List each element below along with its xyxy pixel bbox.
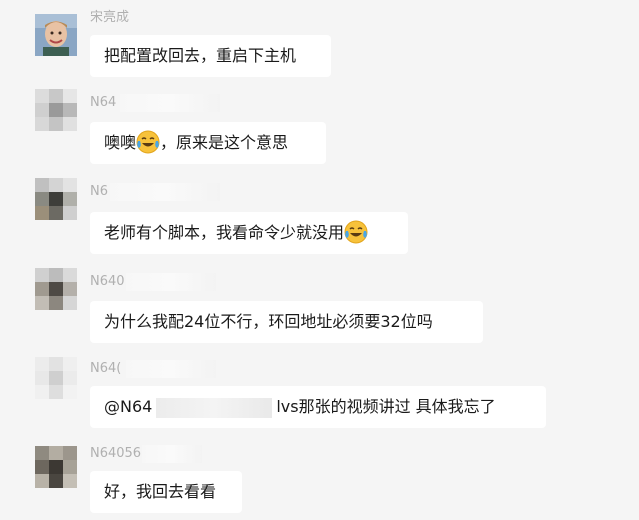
message-text: 为什么我配24位不行，环回地址必须要32位吗 [104, 312, 433, 331]
message-bubble[interactable]: @N64 lvs那张的视频讲过 具体我忘了 [90, 386, 546, 428]
redacted-name [142, 445, 202, 463]
message-bubble[interactable]: 老师有个脚本，我看命令少就没用 [90, 212, 408, 254]
message-bubble[interactable]: 为什么我配24位不行，环回地址必须要32位吗 [90, 301, 483, 343]
message-text: 噢噢 [104, 133, 137, 152]
laughing-crying-emoji-icon [136, 128, 160, 154]
sender-name: N6 [90, 184, 108, 199]
redacted-name [126, 360, 216, 378]
redacted-name [126, 273, 216, 291]
sender-name: 宋亮成 [90, 10, 130, 25]
sender-name: N640 [90, 274, 125, 289]
redacted-mention [156, 397, 273, 418]
redacted-name [120, 94, 220, 112]
message-bubble[interactable]: 把配置改回去，重启下主机 [90, 35, 331, 77]
message-bubble[interactable]: 噢噢 ，原来是这个意思 [90, 122, 326, 164]
sender-name: N64( [90, 361, 122, 376]
sender-name: N64056 [90, 446, 142, 461]
child-photo-avatar-image [35, 14, 77, 56]
message-text: ，原来是这个意思 [160, 133, 289, 152]
sender-name: N64 [90, 95, 117, 110]
avatar[interactable] [35, 357, 77, 399]
avatar[interactable] [35, 89, 77, 131]
avatar[interactable] [35, 178, 77, 220]
laughing-crying-emoji-icon [344, 218, 368, 244]
redacted-name [110, 183, 220, 201]
avatar[interactable] [35, 14, 77, 56]
mention-text[interactable]: @N64 [104, 397, 152, 416]
message-text: 老师有个脚本，我看命令少就没用 [104, 223, 345, 242]
message-text: 把配置改回去，重启下主机 [104, 46, 297, 65]
message-bubble[interactable]: 好，我回去看看 [90, 471, 242, 513]
avatar[interactable] [35, 446, 77, 488]
message-text: 好，我回去看看 [104, 482, 217, 501]
message-text: lvs那张的视频讲过 具体我忘了 [276, 397, 496, 416]
avatar[interactable] [35, 268, 77, 310]
